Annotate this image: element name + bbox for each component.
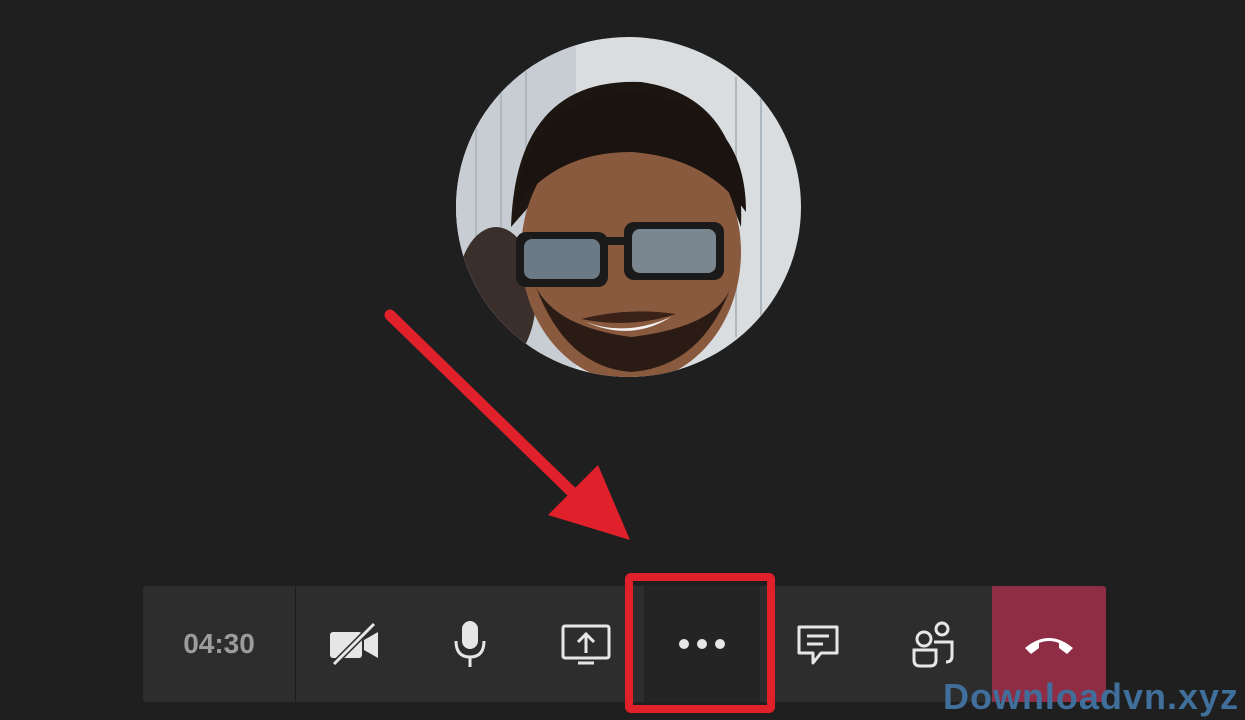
phone-hangup-icon [1025,638,1073,654]
call-timer: 04:30 [143,586,296,702]
participant-avatar [456,37,801,377]
participants-icon [912,621,954,668]
chat-icon [797,625,839,665]
highlight-box [625,573,775,713]
microphone-button[interactable] [412,586,528,702]
chat-button[interactable] [760,586,876,702]
avatar-photo [456,37,801,377]
share-screen-icon [561,624,611,665]
microphone-icon [454,621,486,667]
camera-off-icon [330,622,378,666]
watermark: Downloadvn.xyz [942,676,1239,717]
camera-off-button[interactable] [296,586,412,702]
